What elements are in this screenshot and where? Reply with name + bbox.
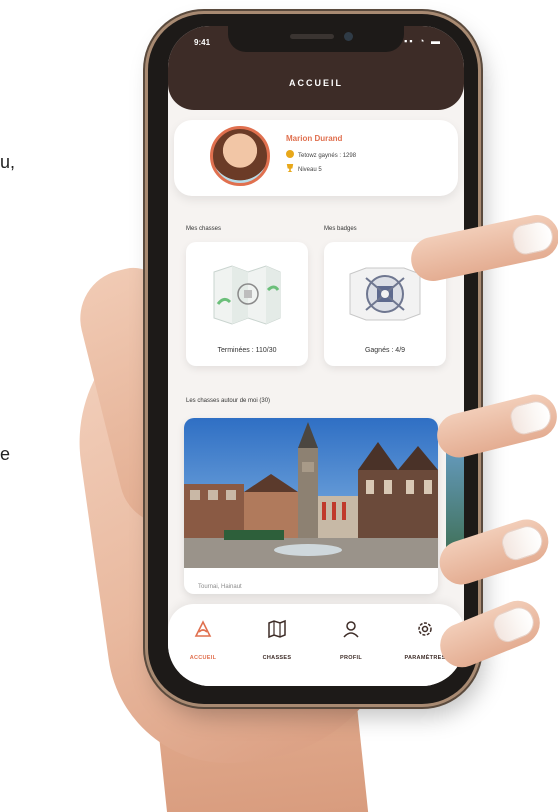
nav-item-home[interactable]: ACCUEIL [172,618,234,664]
badges-count: Gagnés : 4/9 [364,347,406,354]
badge-emblem-icon [349,267,421,321]
section-label-badges: Mes badges [324,226,357,232]
town-square-photo [184,418,438,568]
nav-label-settings: PARAMÈTRES [404,655,446,661]
nav-item-hunts[interactable]: CHASSES [246,618,308,664]
profile-name: Marion Durand [286,134,343,143]
speaker-grille [290,34,334,39]
status-icons: ▪▪ ◔ ▬ [404,36,442,46]
status-time: 9:41 [194,38,211,47]
bottom-nav: ACCUEIL CHASSES PROFIL PARAMÈTRES [168,604,464,686]
phone-notch [228,26,404,52]
fingernail [507,398,554,437]
profile-card[interactable]: Marion Durand Tetowz gaynés : 1298 Nivea… [174,120,458,196]
fingernail [510,218,556,257]
nav-label-hunts: CHASSES [262,655,292,661]
nearby-hunt-card[interactable] [184,418,438,594]
map-icon [268,619,286,639]
folded-map-icon [213,265,281,325]
user-icon [343,621,359,638]
fingernail [498,522,547,564]
level-text: Niveau 5 [298,167,322,173]
avatar[interactable] [210,126,270,186]
hunt-location: Tournai, Hainaut [198,584,242,590]
section-label-hunts: Mes chasses [186,226,222,232]
cropped-text-fragment: u, [0,152,16,172]
hunts-count: Terminées : 110/30 [217,347,277,354]
nav-item-profile[interactable]: PROFIL [320,618,382,664]
home-icon [194,620,212,637]
app-screen: 9:41 ▪▪ ◔ ▬ ACCUEIL Marion Durand Tetowz… [168,26,464,686]
fingernail [489,602,539,646]
cropped-text-fragment: e [0,444,11,464]
points-row: Tetowz gaynés : 1298 [286,150,356,159]
coin-icon [286,150,294,158]
section-label-nearby: Les chasses autour de moi (30) [186,398,271,404]
hunts-tile[interactable]: Terminées : 110/30 [186,242,308,366]
nav-label-profile: PROFIL [340,655,362,661]
points-text: Tetowz gaynés : 1298 [298,153,357,159]
front-camera [344,32,353,41]
nav-label-home: ACCUEIL [189,655,217,661]
gear-icon [418,622,432,636]
page-title: ACCUEIL [289,78,343,88]
trophy-icon [286,164,294,172]
level-row: Niveau 5 [286,164,322,173]
